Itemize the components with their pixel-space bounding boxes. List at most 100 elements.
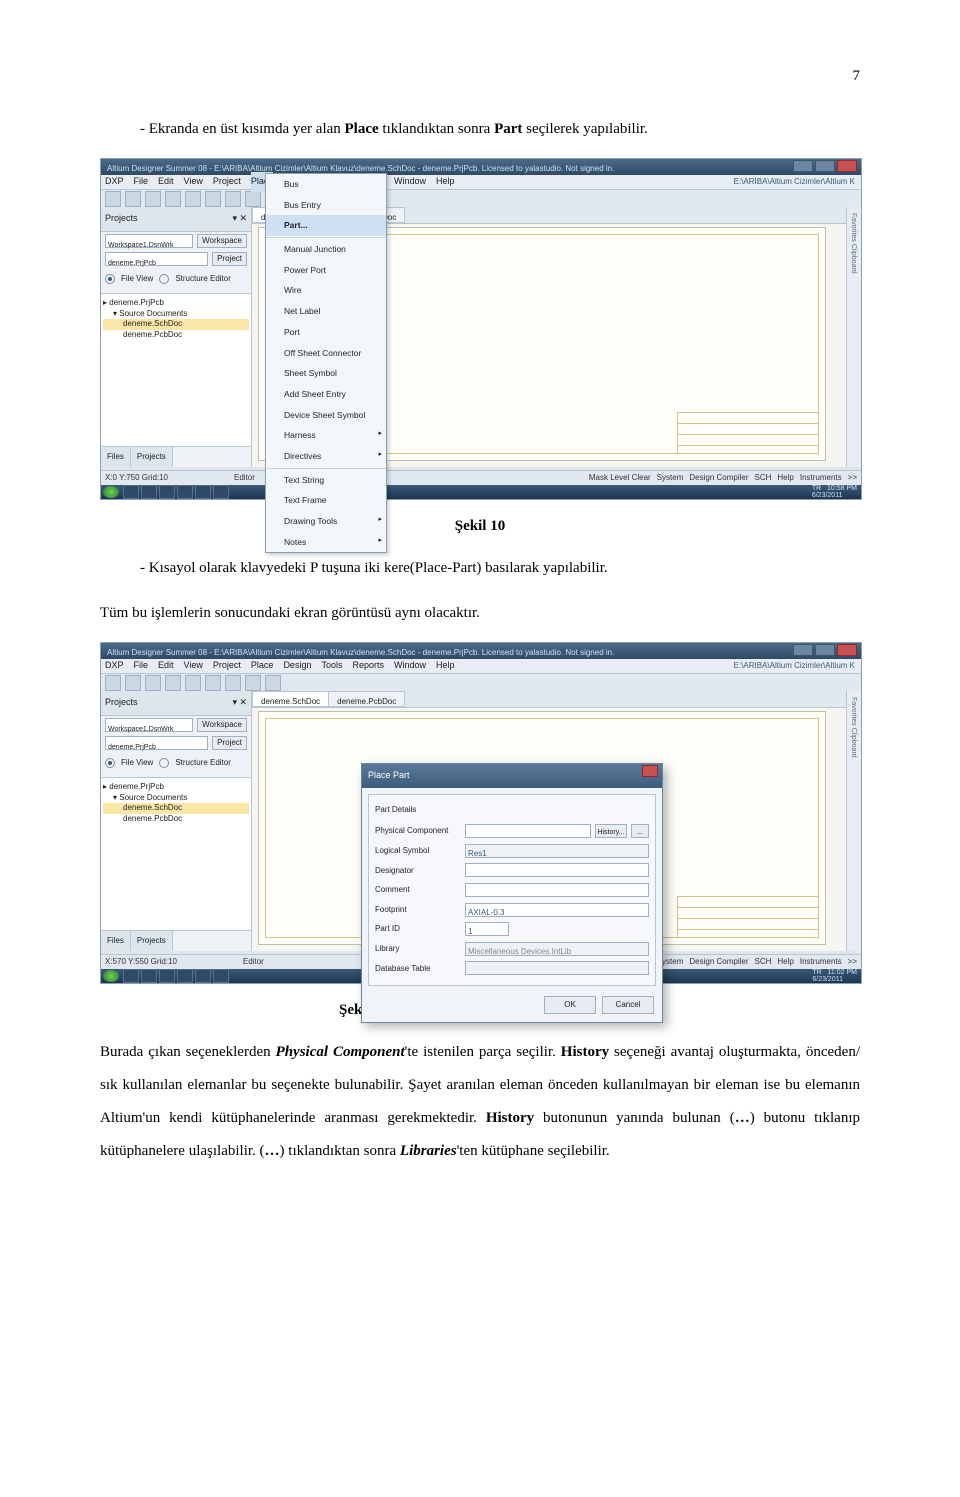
system-tray[interactable]: TR 11:02 PM 6/23/2011 <box>812 969 859 983</box>
menu-edit[interactable]: Edit <box>158 656 174 676</box>
menu-view[interactable]: View <box>184 172 203 192</box>
toolbar-icon[interactable] <box>245 675 261 691</box>
close-button[interactable] <box>837 644 857 656</box>
toolbar-icon[interactable] <box>225 675 241 691</box>
project-tree[interactable]: ▸ deneme.PrjPcb ▾ Source Documents denem… <box>101 293 251 446</box>
project-tree[interactable]: ▸ deneme.PrjPcb ▾ Source Documents denem… <box>101 777 251 930</box>
right-rail[interactable]: Favorites Clipboard <box>846 691 861 951</box>
menu-item-wire[interactable]: Wire <box>266 280 386 301</box>
menu-project[interactable]: Project <box>213 172 241 192</box>
taskbar-app-icon[interactable] <box>213 485 229 499</box>
file-view-radio[interactable] <box>105 274 115 284</box>
project-dropdown[interactable]: deneme.PrjPcb <box>105 736 208 750</box>
toolbar-icon[interactable] <box>165 675 181 691</box>
tab-pcbdoc[interactable]: deneme.PcbDoc <box>328 691 405 707</box>
footer-tab-files[interactable]: Files <box>101 931 131 951</box>
path-field[interactable]: E:\ARIBA\Altium Cizimler\Altium K <box>734 657 855 675</box>
workspace-dropdown[interactable]: Workspace1.DsnWrk <box>105 234 193 248</box>
toolbar-icon[interactable] <box>245 191 261 207</box>
menu-item-power-port[interactable]: Power Port <box>266 260 386 281</box>
menu-item-bus[interactable]: Bus <box>266 174 386 195</box>
taskbar-app-icon[interactable] <box>195 485 211 499</box>
menu-dxp[interactable]: DXP <box>105 172 124 192</box>
toolbar-icon[interactable] <box>125 191 141 207</box>
ok-button[interactable]: OK <box>544 996 596 1014</box>
menu-file[interactable]: File <box>134 172 149 192</box>
menu-item-harness[interactable]: Harness▸ <box>266 425 386 446</box>
toolbar-icon[interactable] <box>205 191 221 207</box>
menu-project[interactable]: Project <box>213 656 241 676</box>
tree-sch-doc[interactable]: deneme.SchDoc <box>103 319 249 329</box>
taskbar-app-icon[interactable] <box>141 485 157 499</box>
minimize-button[interactable] <box>793 644 813 656</box>
start-button[interactable] <box>103 970 119 982</box>
dialog-close-button[interactable] <box>642 765 658 777</box>
menu-edit[interactable]: Edit <box>158 172 174 192</box>
path-field[interactable]: E:\ARIBA\Altium Cizimler\Altium K <box>734 173 855 191</box>
toolbar-icon[interactable] <box>165 191 181 207</box>
tree-source-docs[interactable]: ▾ Source Documents <box>103 793 249 803</box>
tree-source-docs[interactable]: ▾ Source Documents <box>103 309 249 319</box>
system-tray[interactable]: TR 10:58 PM 6/23/2011 <box>812 485 859 499</box>
right-rail[interactable]: Favorites Clipboard <box>846 207 861 467</box>
taskbar-app-icon[interactable] <box>141 969 157 983</box>
toolbar-icon[interactable] <box>185 675 201 691</box>
tree-pcb-doc[interactable]: deneme.PcbDoc <box>103 330 249 340</box>
toolbar-icon[interactable] <box>105 675 121 691</box>
menu-item-text-string[interactable]: Text String <box>266 470 386 491</box>
part-id-dropdown[interactable]: 1 <box>465 922 509 936</box>
menu-dxp[interactable]: DXP <box>105 656 124 676</box>
history-button[interactable]: History... <box>595 824 627 838</box>
project-dropdown[interactable]: deneme.PrjPcb <box>105 252 208 266</box>
menu-item-off-sheet-connector[interactable]: Off Sheet Connector <box>266 343 386 364</box>
menu-item-port[interactable]: Port <box>266 322 386 343</box>
taskbar-app-icon[interactable] <box>195 969 211 983</box>
designator-input[interactable] <box>465 863 649 877</box>
taskbar-app-icon[interactable] <box>177 485 193 499</box>
cancel-button[interactable]: Cancel <box>602 996 654 1014</box>
toolbar-icon[interactable] <box>105 191 121 207</box>
footer-tab-projects[interactable]: Projects <box>131 931 173 951</box>
footprint-dropdown[interactable]: AXIAL-0.3 <box>465 903 649 917</box>
menu-window[interactable]: Window <box>394 172 426 192</box>
menu-item-add-sheet-entry[interactable]: Add Sheet Entry <box>266 384 386 405</box>
taskbar-app-icon[interactable] <box>123 969 139 983</box>
panel-close-icon[interactable]: ▾ ✕ <box>232 209 247 229</box>
ellipsis-button[interactable]: ... <box>631 824 649 838</box>
taskbar-app-icon[interactable] <box>159 969 175 983</box>
menu-item-device-sheet-symbol[interactable]: Device Sheet Symbol <box>266 405 386 426</box>
toolbar-icon[interactable] <box>225 191 241 207</box>
comment-input[interactable] <box>465 883 649 897</box>
maximize-button[interactable] <box>815 644 835 656</box>
menu-reports[interactable]: Reports <box>352 656 384 676</box>
maximize-button[interactable] <box>815 160 835 172</box>
tree-pcb-doc[interactable]: deneme.PcbDoc <box>103 814 249 824</box>
tree-project[interactable]: ▸ deneme.PrjPcb <box>103 298 249 308</box>
menu-place[interactable]: Place <box>251 656 274 676</box>
footer-tab-projects[interactable]: Projects <box>131 447 173 467</box>
start-button[interactable] <box>103 486 119 498</box>
menu-help[interactable]: Help <box>436 172 455 192</box>
menu-file[interactable]: File <box>134 656 149 676</box>
project-button[interactable]: Project <box>212 252 247 266</box>
structure-editor-radio[interactable] <box>159 758 169 768</box>
taskbar-app-icon[interactable] <box>213 969 229 983</box>
menu-item-directives[interactable]: Directives▸ <box>266 446 386 467</box>
menu-item-drawing-tools[interactable]: Drawing Tools▸ <box>266 511 386 532</box>
toolbar-icon[interactable] <box>145 191 161 207</box>
menu-help[interactable]: Help <box>436 656 455 676</box>
menu-item-net-label[interactable]: Net Label <box>266 301 386 322</box>
workspace-dropdown[interactable]: Workspace1.DsnWrk <box>105 718 193 732</box>
panel-close-icon[interactable]: ▾ ✕ <box>232 693 247 713</box>
footer-tab-files[interactable]: Files <box>101 447 131 467</box>
tree-sch-doc[interactable]: deneme.SchDoc <box>103 803 249 813</box>
tab-schdoc[interactable]: deneme.SchDoc <box>252 691 329 707</box>
menu-item-manual-junction[interactable]: Manual Junction <box>266 239 386 260</box>
workspace-button[interactable]: Workspace <box>197 718 247 732</box>
minimize-button[interactable] <box>793 160 813 172</box>
toolbar-icon[interactable] <box>205 675 221 691</box>
menu-tools[interactable]: Tools <box>321 656 342 676</box>
menu-view[interactable]: View <box>184 656 203 676</box>
toolbar-icon[interactable] <box>145 675 161 691</box>
menu-item-bus-entry[interactable]: Bus Entry <box>266 195 386 216</box>
